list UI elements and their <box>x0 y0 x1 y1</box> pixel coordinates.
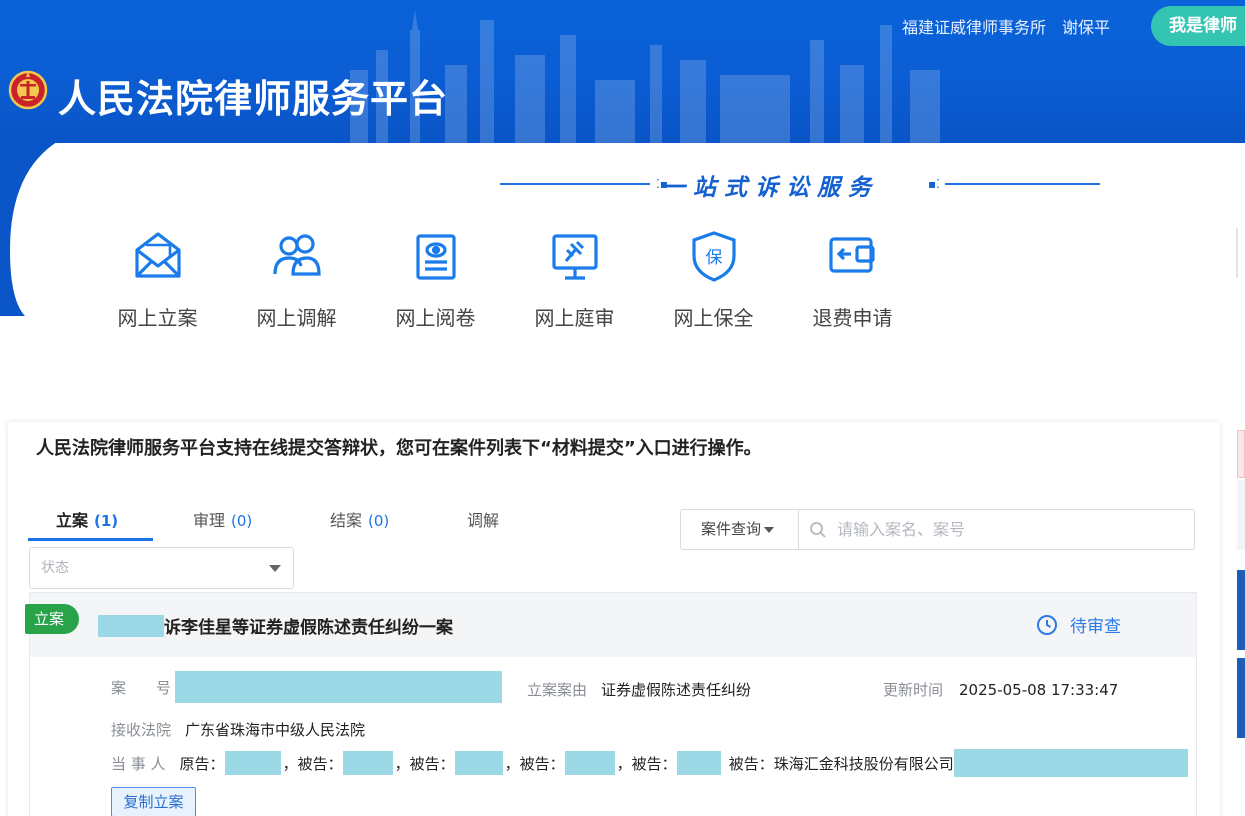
court-label: 接收法院 <box>111 721 172 739</box>
case-cause-value: 证券虚假陈述责任纠纷 <box>601 681 752 699</box>
case-stage-tag: 立案 <box>25 604 79 634</box>
case-status[interactable]: 待审查 <box>1036 612 1121 637</box>
service-refund-application[interactable]: 退费申请 <box>783 228 922 331</box>
service-label: 网上阅卷 <box>395 306 476 330</box>
case-search: 案件查询 <box>680 509 1195 550</box>
service-label: 网上庭审 <box>534 306 615 330</box>
service-menu: 网上立案 网上调解 网上阅卷 网上庭审 保 网上保全 退费申请 <box>88 228 922 331</box>
right-edge-partial <box>1237 430 1245 750</box>
copy-filing-button[interactable]: 复制立案 <box>111 787 196 816</box>
case-list-card: 人民法院律师服务平台支持在线提交答辩状，您可在案件列表下“材料提交”入口进行操作… <box>8 422 1220 816</box>
site-title[interactable]: 人民法院律师服务平台 <box>58 68 448 123</box>
case-tabs: 立案 (1) 审理 (0) 结案 (0) 调解 <box>28 507 576 541</box>
clock-icon <box>1037 614 1057 635</box>
court-emblem-icon <box>8 70 48 110</box>
defendant-prefix: 被告： <box>728 754 774 773</box>
defendant-company: 珠海汇金科技股份有限公司 <box>773 754 954 773</box>
redacted-case-number <box>175 671 503 703</box>
search-icon <box>799 510 837 549</box>
slogan-line-left <box>500 183 650 185</box>
case-number-label: 案 号 <box>111 678 172 697</box>
service-online-preservation[interactable]: 保 网上保全 <box>644 228 783 331</box>
court-row: 接收法院 广东省珠海市中级人民法院 <box>111 719 365 740</box>
shield-bao-icon: 保 <box>691 231 736 282</box>
defendant-prefix: 被告： <box>297 754 343 773</box>
mail-envelope-icon <box>134 232 181 278</box>
i-am-lawyer-button[interactable]: 我是律师 <box>1151 6 1245 46</box>
status-filter-select[interactable]: 状态 <box>29 547 294 589</box>
slogan-line-right <box>945 183 1100 185</box>
redacted-party <box>564 751 615 775</box>
parties-row: 当 事 人 原告： ，被告： ，被告： ，被告： ，被告： 被告： 珠海汇金科技… <box>111 749 1188 777</box>
redacted-party <box>676 751 721 775</box>
defendant-prefix: 被告： <box>409 754 455 773</box>
plaintiff-prefix: 原告： <box>179 754 225 773</box>
service-online-filing[interactable]: 网上立案 <box>88 228 227 331</box>
case-item: 立案 诉李佳星等证券虚假陈述责任纠纷一案 待审查 案 号 立案案由 证券虚假陈述… <box>25 592 1197 816</box>
user-name[interactable]: 谢保平 <box>1062 14 1110 38</box>
caret-down-icon <box>764 526 775 533</box>
parties-label: 当 事 人 <box>111 754 166 773</box>
redacted-party <box>342 751 393 775</box>
people-icon <box>272 234 321 276</box>
updated-time-value: 2025-05-08 17:33:47 <box>959 680 1119 699</box>
updated-time-row: 更新时间 2025-05-08 17:33:47 <box>883 679 1118 700</box>
court-gavel-icon <box>551 234 598 280</box>
tab-filing[interactable]: 立案 (1) <box>28 507 165 541</box>
tab-trial[interactable]: 审理 (0) <box>165 507 302 541</box>
updated-time-label: 更新时间 <box>883 681 944 699</box>
tab-mediation[interactable]: 调解 <box>439 507 576 541</box>
document-view-icon <box>415 234 456 280</box>
redacted-party <box>953 749 1188 777</box>
service-online-hearing[interactable]: 网上庭审 <box>505 228 644 331</box>
case-cause-row: 立案案由 证券虚假陈述责任纠纷 <box>527 679 751 700</box>
redacted-block <box>98 614 164 637</box>
refund-wallet-icon <box>828 237 875 273</box>
case-title[interactable]: 诉李佳星等证券虚假陈述责任纠纷一案 <box>98 613 453 638</box>
site-header: 福建证威律师事务所 谢保平 我是律师 人民法院律师服务平台 <box>0 0 1245 143</box>
search-type-dropdown[interactable]: 案件查询 <box>681 510 799 549</box>
redacted-party <box>454 751 503 775</box>
case-header: 立案 诉李佳星等证券虚假陈述责任纠纷一案 待审查 <box>25 593 1196 657</box>
service-label: 网上保全 <box>673 306 754 330</box>
case-cause-label: 立案案由 <box>527 681 588 699</box>
slogan-text: 一站式诉讼服务 <box>662 174 879 201</box>
svg-text:保: 保 <box>705 248 722 268</box>
service-label: 网上调解 <box>256 306 337 330</box>
redacted-party <box>224 751 281 775</box>
defendant-prefix: 被告： <box>631 754 677 773</box>
service-online-mediation[interactable]: 网上调解 <box>227 228 366 331</box>
law-firm-name[interactable]: 福建证威律师事务所 <box>902 14 1046 38</box>
court-value: 广东省珠海市中级人民法院 <box>185 721 366 739</box>
defendant-prefix: 被告： <box>519 754 565 773</box>
caret-down-icon <box>269 565 281 572</box>
tab-closed[interactable]: 结案 (0) <box>302 507 439 541</box>
notice-text: 人民法院律师服务平台支持在线提交答辩状，您可在案件列表下“材料提交”入口进行操作… <box>36 438 762 459</box>
service-label: 退费申请 <box>812 306 893 330</box>
scrollbar-stub <box>1236 228 1238 278</box>
case-number-row: 案 号 <box>111 671 503 703</box>
service-online-case-review[interactable]: 网上阅卷 <box>366 228 505 331</box>
slogan-dots-right: ▪⁚ <box>928 177 940 191</box>
header-curve-decoration <box>0 140 60 320</box>
service-label: 网上立案 <box>117 306 198 330</box>
search-input[interactable] <box>837 510 1194 549</box>
user-area: 福建证威律师事务所 谢保平 <box>902 14 1110 38</box>
